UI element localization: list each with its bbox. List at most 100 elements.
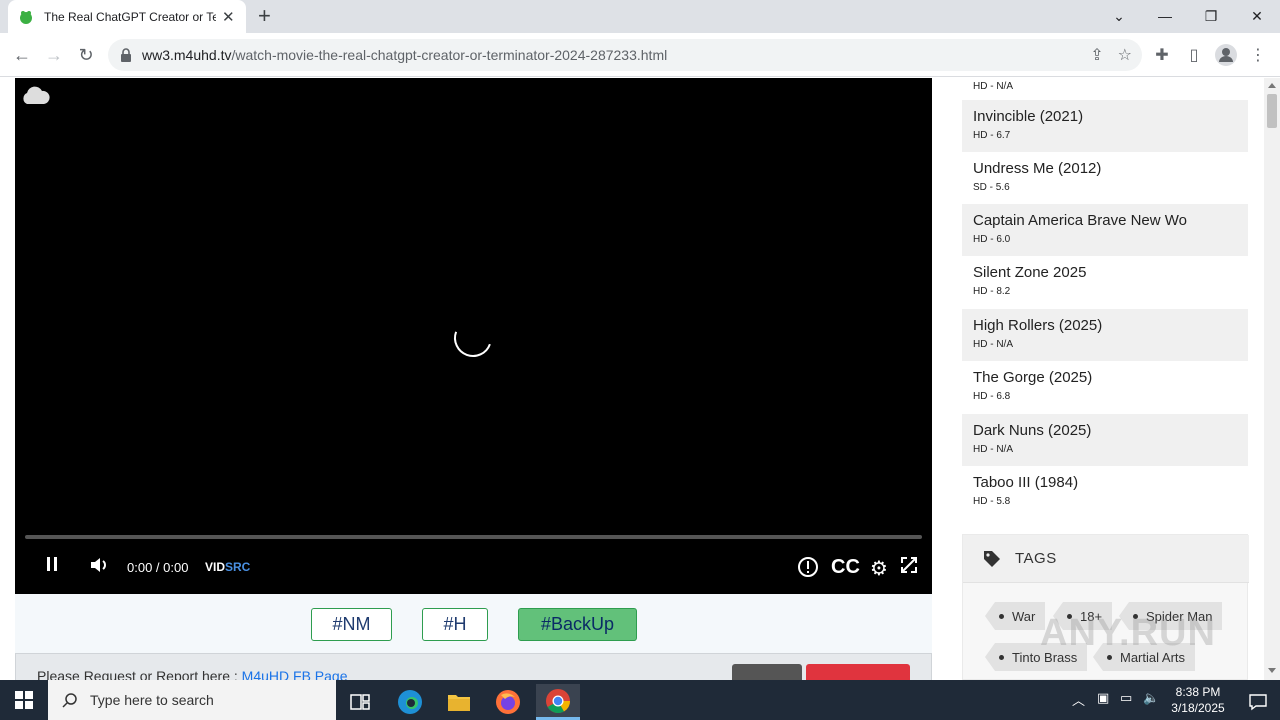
- tab-search-icon[interactable]: ⌄: [1096, 0, 1142, 32]
- movie-meta: HD - N/A: [973, 339, 1013, 350]
- clock-time: 8:38 PM: [1175, 685, 1221, 699]
- tags-panel: TAGS War 18+ Spider Man Tinto Brass Mart…: [962, 534, 1249, 680]
- site-favicon-icon: [20, 10, 32, 24]
- server-chip-h[interactable]: #H: [422, 608, 488, 641]
- edge-icon[interactable]: [388, 684, 432, 720]
- request-text: Please Request or Report here : M4uHD FB…: [37, 668, 348, 680]
- server-chip-backup[interactable]: #BackUp: [518, 608, 637, 641]
- tab-title: The Real ChatGPT Creator or Terminator: [44, 9, 216, 24]
- movie-title: Dark Nuns (2025): [973, 422, 1092, 439]
- movie-meta: HD - 6.8: [973, 391, 1011, 402]
- report-icon[interactable]: [797, 556, 819, 578]
- taskbar-clock[interactable]: 8:38 PM 3/18/2025: [1160, 684, 1236, 716]
- close-window-icon[interactable]: ✕: [1234, 0, 1280, 32]
- url-path: /watch-movie-the-real-chatgpt-creator-or…: [231, 47, 668, 63]
- bookmark-star-icon[interactable]: ☆: [1118, 45, 1132, 65]
- restore-icon[interactable]: ❐: [1188, 0, 1234, 32]
- brand-vid: VID: [205, 560, 226, 574]
- forward-icon[interactable]: →: [42, 43, 66, 67]
- profile-avatar-icon[interactable]: [1214, 43, 1238, 67]
- extensions-icon[interactable]: ✚: [1150, 43, 1174, 67]
- tag-label: War: [1012, 608, 1036, 624]
- movie-meta: HD - 6.7: [973, 130, 1011, 141]
- scroll-down-icon[interactable]: [1268, 668, 1276, 673]
- movie-title: The Gorge (2025): [973, 369, 1093, 386]
- notifications-icon[interactable]: [1236, 684, 1280, 720]
- browser-tab[interactable]: The Real ChatGPT Creator or Terminator ✕: [8, 0, 246, 33]
- fullscreen-icon[interactable]: [900, 556, 918, 574]
- firefox-icon[interactable]: [486, 684, 530, 720]
- movie-title: Taboo III (1984): [973, 474, 1079, 491]
- movie-meta: HD - N/A: [973, 444, 1013, 455]
- server-chip-nm[interactable]: #NM: [311, 608, 392, 641]
- address-bar[interactable]: ww3.m4uhd.tv/watch-movie-the-real-chatgp…: [108, 39, 1142, 71]
- taskbar-search[interactable]: Type here to search: [48, 680, 336, 720]
- reload-icon[interactable]: ↻: [74, 43, 98, 67]
- movie-title: Silent Zone 2025: [973, 264, 1087, 281]
- browser-toolbar: ← → ↻ ww3.m4uhd.tv/watch-movie-the-real-…: [0, 33, 1280, 77]
- browser-tab-strip: The Real ChatGPT Creator or Terminator ✕…: [0, 0, 1280, 33]
- side-panel-icon[interactable]: ▯: [1182, 43, 1206, 67]
- movie-title: Captain America Brave New Wo: [973, 212, 1187, 229]
- new-tab-icon[interactable]: +: [258, 4, 271, 28]
- tray-device-icon[interactable]: ▣: [1097, 690, 1109, 706]
- search-placeholder: Type here to search: [90, 692, 214, 708]
- tray-chevron-icon[interactable]: ︿: [1072, 690, 1085, 709]
- seek-bar[interactable]: [25, 535, 922, 539]
- list-item[interactable]: Dark Nuns (2025) HD - N/A: [962, 414, 1248, 466]
- list-item[interactable]: The Gorge (2025) HD - 6.8: [962, 361, 1248, 413]
- player-brand: VIDSRC: [205, 560, 250, 574]
- fb-page-link[interactable]: M4uHD FB Page: [242, 668, 348, 680]
- scroll-thumb[interactable]: [1267, 94, 1277, 128]
- video-player[interactable]: 0:00 / 0:00 VIDSRC CC ⚙: [15, 78, 932, 594]
- movie-title: Invincible (2021): [973, 108, 1084, 125]
- clock-date: 3/18/2025: [1171, 701, 1225, 715]
- request-box: Please Request or Report here : M4uHD FB…: [15, 653, 932, 680]
- movie-meta: HD - N/A: [973, 81, 1013, 92]
- task-view-icon[interactable]: [338, 684, 382, 720]
- list-item[interactable]: Invincible (2021) HD - 6.7: [962, 100, 1248, 152]
- page-scrollbar[interactable]: [1264, 78, 1280, 680]
- volume-icon[interactable]: [89, 556, 109, 574]
- pause-icon[interactable]: [45, 556, 59, 572]
- captions-icon[interactable]: CC: [831, 556, 860, 579]
- list-item[interactable]: Captain America Brave New Wo HD - 6.0: [962, 204, 1248, 256]
- loading-spinner-icon: [454, 331, 491, 357]
- tab-close-icon[interactable]: ✕: [222, 8, 235, 26]
- windows-taskbar: Type here to search ︿ ▣ ▭ 🔈 8:38 PM 3/18…: [0, 680, 1280, 720]
- tags-title: TAGS: [1015, 550, 1057, 567]
- list-item[interactable]: Undress Me (2012) SD - 5.6: [962, 152, 1248, 204]
- movie-title: High Rollers (2025): [973, 317, 1103, 334]
- movie-meta: HD - 8.2: [973, 286, 1011, 297]
- movie-meta: SD - 5.6: [973, 182, 1010, 193]
- tag-chip[interactable]: War: [985, 602, 1046, 630]
- tags-header: TAGS: [963, 535, 1249, 583]
- minimize-icon[interactable]: —: [1142, 0, 1188, 32]
- chrome-icon[interactable]: [536, 684, 580, 720]
- network-icon[interactable]: ▭: [1120, 690, 1132, 706]
- volume-tray-icon[interactable]: 🔈: [1143, 690, 1159, 706]
- list-item[interactable]: Silent Zone 2025 HD - 8.2: [962, 256, 1248, 308]
- report-button[interactable]: [806, 664, 910, 680]
- list-item[interactable]: Taboo III (1984) HD - 5.8: [962, 466, 1248, 518]
- browser-menu-icon[interactable]: ⋮: [1246, 43, 1270, 67]
- search-icon: [62, 693, 77, 708]
- movie-meta: HD - 5.8: [973, 496, 1011, 507]
- share-icon[interactable]: ⇪: [1090, 45, 1103, 65]
- settings-gear-icon[interactable]: ⚙: [870, 556, 888, 581]
- request-label: Please Request or Report here :: [37, 668, 242, 680]
- request-button[interactable]: [732, 664, 802, 680]
- list-item[interactable]: High Rollers (2025) HD - N/A: [962, 309, 1248, 361]
- page-content: 0:00 / 0:00 VIDSRC CC ⚙ #NM #H #BackUp P…: [0, 78, 1264, 680]
- brand-src: SRC: [225, 560, 251, 574]
- server-section: #NM #H #BackUp Please Request or Report …: [15, 594, 932, 680]
- scroll-up-icon[interactable]: [1268, 83, 1276, 88]
- windows-start-icon[interactable]: [0, 680, 48, 720]
- back-icon[interactable]: ←: [10, 43, 34, 67]
- lock-icon: [121, 48, 131, 62]
- cloud-icon: [23, 86, 50, 104]
- file-explorer-icon[interactable]: [437, 684, 481, 720]
- url-host: ww3.m4uhd.tv: [142, 47, 232, 63]
- timecode: 0:00 / 0:00: [127, 560, 189, 575]
- related-movies-sidebar: HD - N/A Invincible (2021) HD - 6.7 Undr…: [962, 78, 1249, 680]
